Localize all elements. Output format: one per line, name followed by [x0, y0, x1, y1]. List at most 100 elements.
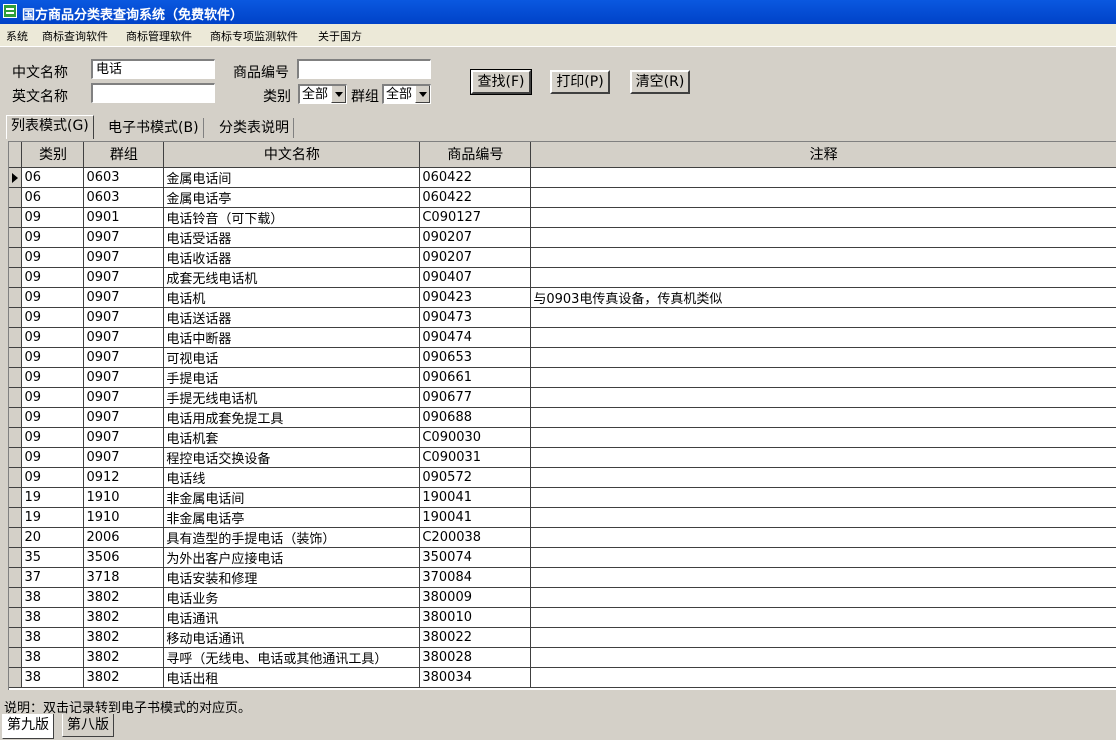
cell-group[interactable]: 1910	[83, 487, 165, 508]
group-select[interactable]: 全部	[382, 84, 431, 104]
cell-group[interactable]: 0907	[83, 267, 165, 288]
cell-code[interactable]: 090688	[419, 407, 532, 428]
table-row[interactable]: 38 3802 电话业务 380009	[9, 587, 1116, 608]
chevron-down-icon[interactable]	[415, 86, 430, 103]
cell-class[interactable]: 06	[21, 187, 85, 208]
row-indicator[interactable]	[9, 627, 23, 648]
row-indicator[interactable]	[9, 487, 23, 508]
cell-notes[interactable]	[530, 267, 1116, 288]
cell-group[interactable]: 3802	[83, 607, 165, 628]
row-indicator[interactable]	[9, 227, 23, 248]
row-indicator[interactable]	[9, 327, 23, 348]
row-indicator[interactable]	[9, 647, 23, 668]
cell-notes[interactable]	[530, 227, 1116, 248]
code-input[interactable]	[297, 59, 431, 79]
row-indicator[interactable]	[9, 427, 23, 448]
row-indicator[interactable]	[9, 287, 23, 308]
cell-group[interactable]: 2006	[83, 527, 165, 548]
column-header-code[interactable]: 商品编号	[419, 142, 532, 168]
cell-cn-name[interactable]: 电话线	[163, 467, 421, 488]
table-row[interactable]: 09 0907 电话受话器 090207	[9, 227, 1116, 248]
table-row[interactable]: 19 1910 非金属电话间 190041	[9, 487, 1116, 508]
cell-group[interactable]: 0907	[83, 427, 165, 448]
table-row[interactable]: 38 3802 电话出租 380034	[9, 667, 1116, 688]
cell-code[interactable]: 380009	[419, 587, 532, 608]
cell-code[interactable]: C090030	[419, 427, 532, 448]
tab-classification-notes[interactable]: 分类表说明	[215, 118, 294, 138]
cell-group[interactable]: 3802	[83, 587, 165, 608]
row-indicator[interactable]	[9, 347, 23, 368]
row-indicator[interactable]	[9, 607, 23, 628]
cell-notes[interactable]	[530, 367, 1116, 388]
cell-code[interactable]: 090677	[419, 387, 532, 408]
cell-cn-name[interactable]: 具有造型的手提电话（装饰）	[163, 527, 421, 548]
cell-code[interactable]: 090474	[419, 327, 532, 348]
table-row[interactable]: 38 3802 移动电话通讯 380022	[9, 627, 1116, 648]
cell-cn-name[interactable]: 非金属电话亭	[163, 507, 421, 528]
cell-notes[interactable]	[530, 527, 1116, 548]
cell-cn-name[interactable]: 程控电话交换设备	[163, 447, 421, 468]
cell-group[interactable]: 0907	[83, 227, 165, 248]
cell-cn-name[interactable]: 金属电话间	[163, 167, 421, 188]
cell-class[interactable]: 19	[21, 507, 85, 528]
cell-cn-name[interactable]: 电话出租	[163, 667, 421, 688]
cell-group[interactable]: 0603	[83, 167, 165, 188]
cell-group[interactable]: 0907	[83, 287, 165, 308]
cell-cn-name[interactable]: 电话受话器	[163, 227, 421, 248]
row-indicator[interactable]	[9, 447, 23, 468]
cell-code[interactable]: 370084	[419, 567, 532, 588]
table-row[interactable]: 06 0603 金属电话亭 060422	[9, 187, 1116, 208]
chevron-down-icon[interactable]	[331, 86, 346, 103]
results-grid[interactable]: 类别 群组 中文名称 商品编号 注释 06 0603 金属电话间 060422 06 06…	[8, 141, 1116, 690]
cell-class[interactable]: 20	[21, 527, 85, 548]
tab-edition-9[interactable]: 第九版	[2, 714, 54, 739]
cell-cn-name[interactable]: 电话业务	[163, 587, 421, 608]
table-row[interactable]: 09 0907 可视电话 090653	[9, 347, 1116, 368]
column-header-class[interactable]: 类别	[21, 142, 85, 168]
row-indicator[interactable]	[9, 527, 23, 548]
cell-notes[interactable]	[530, 247, 1116, 268]
cell-notes[interactable]	[530, 307, 1116, 328]
row-indicator[interactable]	[9, 587, 23, 608]
row-indicator[interactable]	[9, 367, 23, 388]
cell-class[interactable]: 37	[21, 567, 85, 588]
cell-code[interactable]: 090473	[419, 307, 532, 328]
table-row[interactable]: 09 0901 电话铃音（可下载） C090127	[9, 207, 1116, 228]
cell-cn-name[interactable]: 电话送话器	[163, 307, 421, 328]
clear-button[interactable]: 清空(R)	[630, 70, 690, 94]
cell-notes[interactable]	[530, 607, 1116, 628]
cell-notes[interactable]	[530, 667, 1116, 688]
cell-group[interactable]: 0901	[83, 207, 165, 228]
cell-cn-name[interactable]: 移动电话通讯	[163, 627, 421, 648]
cell-notes[interactable]	[530, 407, 1116, 428]
table-row[interactable]: 09 0907 电话用成套免提工具 090688	[9, 407, 1116, 428]
cell-group[interactable]: 3802	[83, 647, 165, 668]
cell-cn-name[interactable]: 寻呼（无线电、电话或其他通讯工具）	[163, 647, 421, 668]
table-row[interactable]: 38 3802 寻呼（无线电、电话或其他通讯工具） 380028	[9, 647, 1116, 668]
cell-notes[interactable]: 与0903电传真设备，传真机类似	[530, 287, 1116, 308]
table-row[interactable]: 09 0907 程控电话交换设备 C090031	[9, 447, 1116, 468]
table-row[interactable]: 09 0912 电话线 090572	[9, 467, 1116, 488]
cell-cn-name[interactable]: 电话机	[163, 287, 421, 308]
cell-code[interactable]: 090207	[419, 227, 532, 248]
cell-code[interactable]: 090407	[419, 267, 532, 288]
cell-class[interactable]: 09	[21, 267, 85, 288]
table-row[interactable]: 37 3718 电话安装和修理 370084	[9, 567, 1116, 588]
row-indicator[interactable]	[9, 247, 23, 268]
cell-group[interactable]: 0907	[83, 347, 165, 368]
menu-trademark-management[interactable]: 商标管理软件	[126, 28, 192, 44]
cell-group[interactable]: 0907	[83, 247, 165, 268]
cell-cn-name[interactable]: 电话用成套免提工具	[163, 407, 421, 428]
cell-group[interactable]: 0907	[83, 407, 165, 428]
cell-code[interactable]: C090127	[419, 207, 532, 228]
cell-code[interactable]: 090653	[419, 347, 532, 368]
cell-class[interactable]: 09	[21, 427, 85, 448]
cell-group[interactable]: 3506	[83, 547, 165, 568]
cell-group[interactable]: 3802	[83, 627, 165, 648]
cell-code[interactable]: 380034	[419, 667, 532, 688]
cell-cn-name[interactable]: 成套无线电话机	[163, 267, 421, 288]
cell-cn-name[interactable]: 为外出客户应接电话	[163, 547, 421, 568]
cell-cn-name[interactable]: 电话安装和修理	[163, 567, 421, 588]
current-row-indicator-icon[interactable]	[9, 167, 23, 188]
cell-group[interactable]: 0907	[83, 387, 165, 408]
